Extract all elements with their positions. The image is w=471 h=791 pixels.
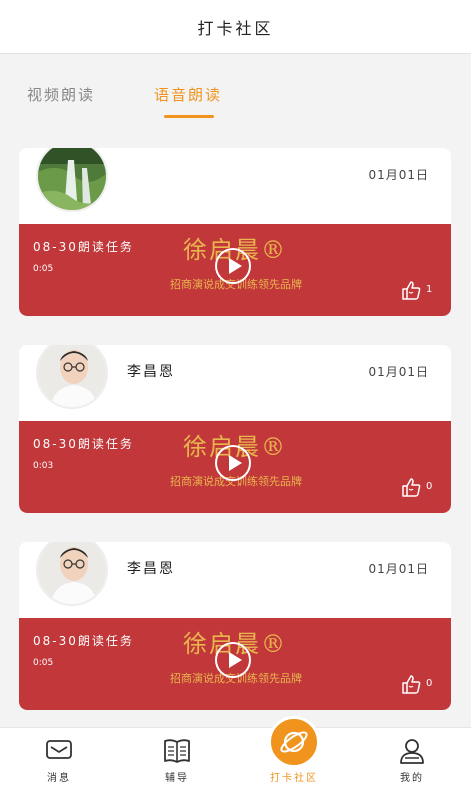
audio-player: 08-30朗读任务 0:03 徐启晨® 招商演说成交训练领先品牌 0 (19, 421, 451, 513)
audio-player: 08-30朗读任务 0:05 徐启晨® 招商演说成交训练领先品牌 1 (19, 224, 451, 316)
planet-icon (280, 731, 308, 753)
thumbs-up-icon[interactable] (400, 673, 422, 695)
book-icon (164, 739, 190, 763)
nav-label: 我的 (400, 773, 424, 784)
user-icon (400, 739, 424, 764)
task-title: 08-30朗读任务 (33, 240, 134, 254)
tab-video-reading[interactable]: 视频朗读 (27, 84, 95, 105)
nav-tutoring[interactable]: 辅导 (137, 728, 217, 791)
nav-checkin-community[interactable] (268, 716, 320, 768)
audio-duration: 0:03 (33, 461, 54, 471)
post-card: 李昌恩 01月01日 08-30朗读任务 0:03 徐启晨® 招商演说成交训练领… (19, 345, 451, 513)
tab-voice-reading[interactable]: 语音朗读 (154, 84, 222, 105)
like-count: 0 (426, 481, 433, 492)
nav-label: 消息 (47, 773, 71, 784)
nav-label-active: 打卡社区 (270, 773, 318, 784)
avatar[interactable] (36, 542, 108, 606)
play-button[interactable] (215, 445, 251, 481)
post-card: 李昌恩 01月01日 08-30朗读任务 0:05 徐启晨® 招商演说成交训练领… (19, 542, 451, 710)
audio-duration: 0:05 (33, 658, 54, 668)
author-name: 李昌恩 (127, 561, 175, 577)
play-button[interactable] (215, 642, 251, 678)
nav-profile[interactable]: 我的 (372, 728, 452, 791)
nav-label: 辅导 (165, 773, 189, 784)
bottom-nav: 消息 辅导 打卡社区 我的 (0, 716, 471, 791)
task-title: 08-30朗读任务 (33, 634, 134, 648)
play-button[interactable] (215, 248, 251, 284)
thumbs-up-icon[interactable] (400, 279, 422, 301)
author-name: 李昌恩 (127, 364, 175, 380)
post-date: 01月01日 (368, 365, 429, 379)
message-icon (46, 740, 72, 759)
post-card: 01月01日 08-30朗读任务 0:05 徐启晨® 招商演说成交训练领先品牌 … (19, 148, 451, 316)
post-date: 01月01日 (368, 562, 429, 576)
post-date: 01月01日 (368, 168, 429, 182)
task-title: 08-30朗读任务 (33, 437, 134, 451)
person-avatar-image (38, 345, 106, 407)
audio-player: 08-30朗读任务 0:05 徐启晨® 招商演说成交训练领先品牌 0 (19, 618, 451, 710)
page-title: 打卡社区 (197, 18, 274, 38)
like-count: 0 (426, 678, 433, 689)
active-tab-indicator (164, 115, 214, 118)
thumbs-up-icon[interactable] (400, 476, 422, 498)
top-bar: 打卡社区 (0, 0, 471, 54)
nav-messages[interactable]: 消息 (19, 728, 99, 791)
audio-duration: 0:05 (33, 264, 54, 274)
tab-bar: 视频朗读 语音朗读 (0, 78, 471, 122)
waterfall-avatar-image (38, 148, 106, 210)
avatar[interactable] (36, 345, 108, 409)
avatar[interactable] (36, 148, 108, 212)
person-avatar-image (38, 542, 106, 604)
like-count: 1 (426, 284, 433, 295)
